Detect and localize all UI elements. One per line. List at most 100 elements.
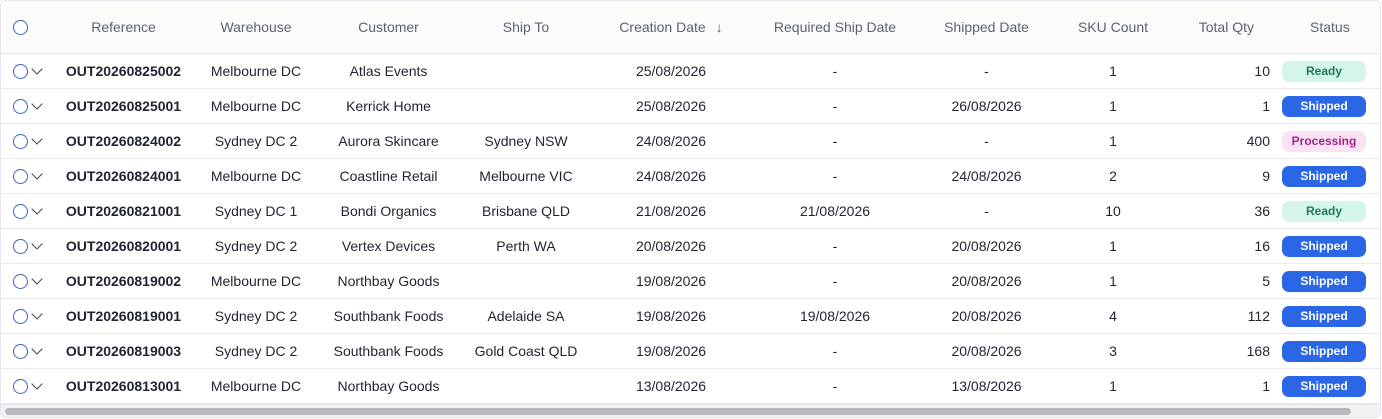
horizontal-scrollbar[interactable] — [1, 404, 1380, 417]
table-row[interactable]: OUT20260824001 Melbourne DC Coastline Reta… — [1, 158, 1380, 194]
cell-total-qty: 1 — [1172, 88, 1282, 124]
cell-customer: Aurora Skincare — [316, 123, 461, 159]
cell-sku-count: 4 — [1054, 298, 1172, 334]
column-header-warehouse[interactable]: Warehouse — [196, 1, 316, 54]
row-checkbox[interactable] — [13, 343, 28, 359]
table-row[interactable]: OUT20260819003 Sydney DC 2 Southbank Foods… — [1, 333, 1380, 369]
cell-sku-count: 1 — [1054, 53, 1172, 89]
cell-ship-to: Melbourne VIC — [461, 158, 591, 194]
cell-warehouse: Melbourne DC — [196, 158, 316, 194]
chevron-down-icon[interactable] — [31, 272, 43, 285]
cell-required-ship-date: - — [751, 158, 919, 194]
chevron-down-icon[interactable] — [31, 342, 43, 355]
cell-warehouse: Sydney DC 1 — [196, 193, 316, 229]
cell-reference[interactable]: OUT20260824002 — [51, 123, 196, 159]
cell-shipped-date: - — [919, 53, 1054, 89]
row-checkbox[interactable] — [13, 98, 28, 114]
cell-warehouse: Sydney DC 2 — [196, 298, 316, 334]
cell-total-qty: 16 — [1172, 228, 1282, 264]
cell-reference[interactable]: OUT20260819003 — [51, 333, 196, 369]
cell-status: Ready — [1282, 193, 1380, 229]
cell-reference[interactable]: OUT20260819001 — [51, 298, 196, 334]
table-row[interactable]: OUT20260813001 Melbourne DC Northbay Goods… — [1, 368, 1380, 404]
table-row[interactable]: OUT20260820001 Sydney DC 2 Vertex Devices P… — [1, 228, 1380, 264]
cell-customer: Kerrick Home — [316, 88, 461, 124]
cell-warehouse: Melbourne DC — [196, 88, 316, 124]
cell-status: Shipped — [1282, 298, 1380, 334]
column-header-required-ship-date[interactable]: Required Ship Date — [751, 1, 919, 54]
column-header-total-qty[interactable]: Total Qty — [1172, 1, 1282, 54]
select-all-header — [1, 1, 51, 54]
cell-reference[interactable]: OUT20260824001 — [51, 158, 196, 194]
cell-reference[interactable]: OUT20260820001 — [51, 228, 196, 264]
cell-customer: Coastline Retail — [316, 158, 461, 194]
table-row[interactable]: OUT20260819002 Melbourne DC Northbay Goods… — [1, 263, 1380, 299]
cell-shipped-date: - — [919, 193, 1054, 229]
cell-shipped-date: 24/08/2026 — [919, 158, 1054, 194]
chevron-down-icon[interactable] — [31, 377, 43, 390]
orders-table-container: Reference Warehouse Customer Ship To Cre… — [0, 0, 1381, 418]
table-body: OUT20260825002 Melbourne DC Atlas Events 25… — [1, 53, 1380, 404]
chevron-down-icon[interactable] — [31, 62, 43, 75]
cell-status: Shipped — [1282, 333, 1380, 369]
cell-status: Shipped — [1282, 88, 1380, 124]
column-header-status[interactable]: Status — [1282, 1, 1380, 54]
row-checkbox[interactable] — [13, 203, 28, 219]
cell-status: Shipped — [1282, 368, 1380, 404]
chevron-down-icon[interactable] — [31, 237, 43, 250]
cell-creation-date: 19/08/2026 — [591, 263, 751, 299]
column-header-reference[interactable]: Reference — [51, 1, 196, 54]
row-checkbox[interactable] — [13, 378, 28, 394]
cell-reference[interactable]: OUT20260821001 — [51, 193, 196, 229]
select-all-checkbox[interactable] — [13, 19, 28, 35]
cell-creation-date: 25/08/2026 — [591, 53, 751, 89]
scrollbar-thumb[interactable] — [5, 408, 1351, 415]
column-header-sku-count[interactable]: SKU Count — [1054, 1, 1172, 54]
cell-customer: Northbay Goods — [316, 263, 461, 299]
column-header-customer[interactable]: Customer — [316, 1, 461, 54]
row-checkbox[interactable] — [13, 308, 28, 324]
cell-reference[interactable]: OUT20260825002 — [51, 53, 196, 89]
status-badge: Shipped — [1282, 270, 1366, 292]
row-checkbox[interactable] — [13, 168, 28, 184]
cell-sku-count: 1 — [1054, 123, 1172, 159]
cell-status: Ready — [1282, 53, 1380, 89]
cell-total-qty: 112 — [1172, 298, 1282, 334]
cell-shipped-date: 20/08/2026 — [919, 263, 1054, 299]
cell-reference[interactable]: OUT20260819002 — [51, 263, 196, 299]
column-header-ship-to[interactable]: Ship To — [461, 1, 591, 54]
cell-ship-to — [461, 263, 591, 299]
cell-creation-date: 24/08/2026 — [591, 158, 751, 194]
cell-customer: Vertex Devices — [316, 228, 461, 264]
chevron-down-icon[interactable] — [31, 307, 43, 320]
sort-arrow-down-icon[interactable]: ↓ — [716, 19, 723, 35]
cell-total-qty: 10 — [1172, 53, 1282, 89]
row-checkbox[interactable] — [13, 273, 28, 289]
cell-reference[interactable]: OUT20260813001 — [51, 368, 196, 404]
column-header-creation-date[interactable]: Creation Date ↓ — [591, 1, 751, 54]
table-row[interactable]: OUT20260825001 Melbourne DC Kerrick Home 25… — [1, 88, 1380, 124]
cell-status: Shipped — [1282, 228, 1380, 264]
table-row[interactable]: OUT20260825002 Melbourne DC Atlas Events 25… — [1, 53, 1380, 89]
row-select-cell — [1, 228, 51, 264]
table-row[interactable]: OUT20260824002 Sydney DC 2 Aurora Skincare… — [1, 123, 1380, 159]
chevron-down-icon[interactable] — [31, 167, 43, 180]
row-checkbox[interactable] — [13, 133, 28, 149]
chevron-down-icon[interactable] — [31, 97, 43, 110]
status-badge: Processing — [1282, 130, 1366, 152]
table-row[interactable]: OUT20260819001 Sydney DC 2 Southbank Foods… — [1, 298, 1380, 334]
chevron-down-icon[interactable] — [31, 202, 43, 215]
cell-required-ship-date: - — [751, 88, 919, 124]
cell-sku-count: 1 — [1054, 228, 1172, 264]
column-header-shipped-date[interactable]: Shipped Date — [919, 1, 1054, 54]
cell-creation-date: 19/08/2026 — [591, 333, 751, 369]
cell-customer: Northbay Goods — [316, 368, 461, 404]
row-select-cell — [1, 53, 51, 89]
cell-reference[interactable]: OUT20260825001 — [51, 88, 196, 124]
cell-creation-date: 19/08/2026 — [591, 298, 751, 334]
table-row[interactable]: OUT20260821001 Sydney DC 1 Bondi Organics B… — [1, 193, 1380, 229]
row-checkbox[interactable] — [13, 63, 28, 79]
cell-sku-count: 1 — [1054, 263, 1172, 299]
chevron-down-icon[interactable] — [31, 132, 43, 145]
row-checkbox[interactable] — [13, 238, 28, 254]
